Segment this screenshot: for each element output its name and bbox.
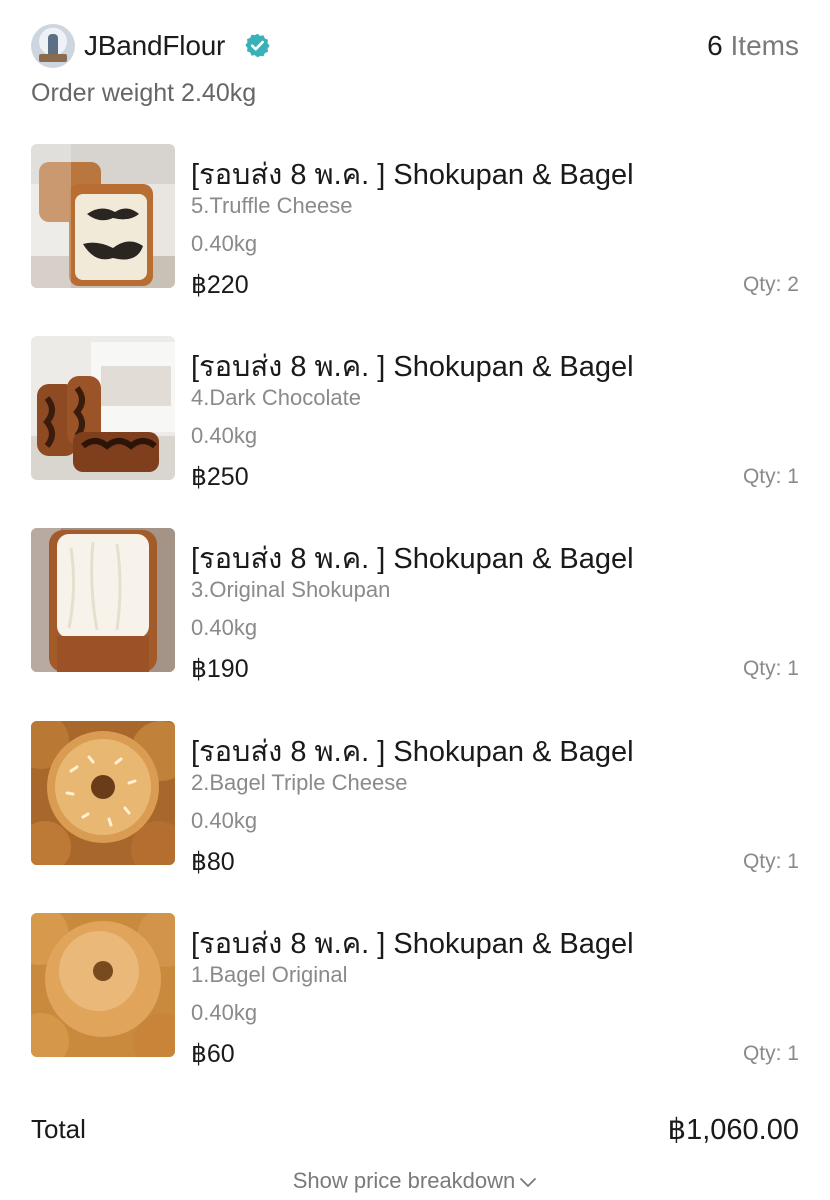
cart-item[interactable]: [รอบส่ง 8 พ.ค. ] Shokupan & Bagel 2.Bage… xyxy=(31,721,799,876)
chevron-down-icon xyxy=(520,1178,537,1188)
product-variant: 1.Bagel Original xyxy=(191,962,348,987)
dark-chocolate-shokupan-image xyxy=(31,336,175,480)
cart-item[interactable]: [รอบส่ง 8 พ.ค. ] Shokupan & Bagel 3.Orig… xyxy=(31,528,799,683)
product-title: [รอบส่ง 8 พ.ค. ] Shokupan & Bagel xyxy=(191,351,634,383)
product-image[interactable] xyxy=(31,336,175,480)
items-count-word: Items xyxy=(730,30,799,61)
product-weight: 0.40kg xyxy=(191,615,258,640)
shop-name[interactable]: JBandFlour xyxy=(84,30,225,62)
bagel-triple-cheese-image xyxy=(31,721,175,865)
product-title: [รอบส่ง 8 พ.ค. ] Shokupan & Bagel xyxy=(191,159,634,191)
verified-badge-icon xyxy=(245,33,270,58)
items-count: 6 Items xyxy=(707,30,799,62)
product-quantity: Qty: 1 xyxy=(742,1042,799,1065)
cart-item[interactable]: [รอบส่ง 8 พ.ค. ] Shokupan & Bagel 5.Truf… xyxy=(31,144,799,299)
product-image[interactable] xyxy=(31,528,175,672)
product-weight: 0.40kg xyxy=(191,423,258,448)
shop-header: JBandFlour 6 Items xyxy=(31,24,799,70)
order-weight: Order weight 2.40kg xyxy=(31,79,257,107)
product-quantity: Qty: 1 xyxy=(742,850,799,873)
product-image[interactable] xyxy=(31,144,175,288)
product-price: ฿80 xyxy=(191,848,235,876)
items-count-number: 6 xyxy=(707,30,723,61)
product-variant: 5.Truffle Cheese xyxy=(191,193,353,218)
show-price-breakdown-link[interactable]: Show price breakdown xyxy=(0,1168,830,1194)
product-quantity: Qty: 2 xyxy=(742,273,799,296)
bagel-original-image xyxy=(31,913,175,1057)
product-weight: 0.40kg xyxy=(191,1000,258,1025)
product-image[interactable] xyxy=(31,913,175,1057)
original-shokupan-image xyxy=(31,528,175,672)
product-variant: 2.Bagel Triple Cheese xyxy=(191,770,408,795)
cart-item[interactable]: [รอบส่ง 8 พ.ค. ] Shokupan & Bagel 4.Dark… xyxy=(31,336,799,491)
total-value: ฿1,060.00 xyxy=(667,1114,799,1146)
product-quantity: Qty: 1 xyxy=(742,657,799,680)
product-image[interactable] xyxy=(31,721,175,865)
product-price: ฿60 xyxy=(191,1040,235,1068)
product-price: ฿190 xyxy=(191,655,249,683)
shop-avatar[interactable] xyxy=(31,24,75,68)
total-label: Total xyxy=(31,1114,86,1144)
product-price: ฿250 xyxy=(191,463,249,491)
avatar-figure xyxy=(48,34,58,56)
product-quantity: Qty: 1 xyxy=(742,465,799,488)
cart-item[interactable]: [รอบส่ง 8 พ.ค. ] Shokupan & Bagel 1.Bage… xyxy=(31,913,799,1068)
product-weight: 0.40kg xyxy=(191,808,258,833)
avatar-base xyxy=(39,54,67,62)
product-title: [รอบส่ง 8 พ.ค. ] Shokupan & Bagel xyxy=(191,928,634,960)
product-title: [รอบส่ง 8 พ.ค. ] Shokupan & Bagel xyxy=(191,543,634,575)
breakdown-link-label: Show price breakdown xyxy=(292,1168,516,1193)
truffle-cheese-shokupan-image xyxy=(31,144,175,288)
product-title: [รอบส่ง 8 พ.ค. ] Shokupan & Bagel xyxy=(191,736,634,768)
product-price: ฿220 xyxy=(191,271,249,299)
product-variant: 3.Original Shokupan xyxy=(191,577,391,602)
product-weight: 0.40kg xyxy=(191,231,258,256)
product-variant: 4.Dark Chocolate xyxy=(191,385,361,410)
